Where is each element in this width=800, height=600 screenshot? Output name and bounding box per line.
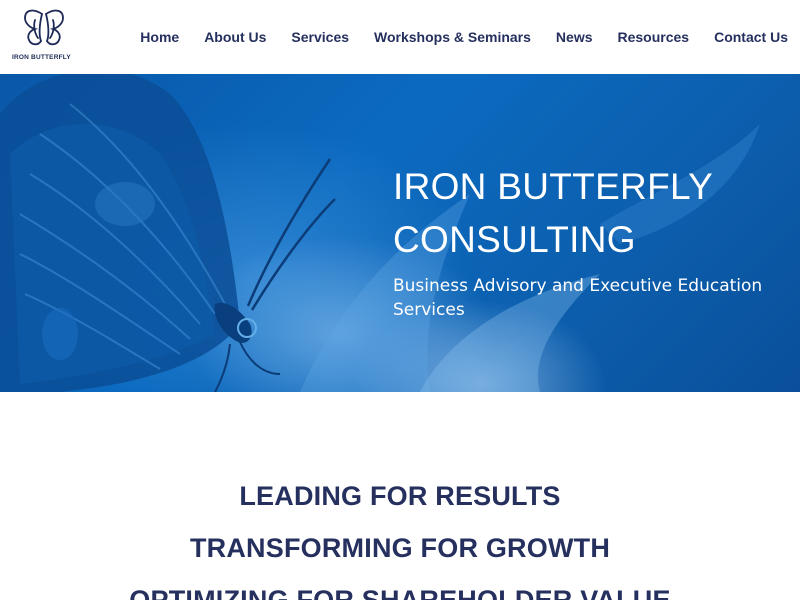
taglines-section: LEADING FOR RESULTS TRANSFORMING FOR GRO… — [0, 470, 800, 600]
tagline-transforming: TRANSFORMING FOR GROWTH — [189, 533, 611, 563]
nav-resources[interactable]: Resources — [618, 29, 690, 45]
butterfly-icon — [24, 9, 64, 46]
hero-title-line-2: CONSULTING — [393, 219, 636, 260]
hero-subtitle: Business Advisory and Executive Educatio… — [393, 276, 763, 320]
logo-text: IRON BUTTERFLY — [12, 54, 71, 61]
nav-contact-us[interactable]: Contact Us — [714, 29, 788, 45]
nav-news[interactable]: News — [556, 29, 593, 45]
nav-workshops-seminars[interactable]: Workshops & Seminars — [374, 29, 531, 45]
main-nav: Home About Us Services Workshops & Semin… — [115, 0, 788, 74]
tagline-optimizing: OPTIMIZING FOR SHAREHOLDER VALUE — [129, 585, 671, 600]
hero-banner: IRON BUTTERFLY CONSULTING Business Advis… — [0, 74, 800, 392]
logo[interactable]: IRON BUTTERFLY — [12, 8, 76, 64]
nav-about-us[interactable]: About Us — [204, 29, 266, 45]
nav-home[interactable]: Home — [140, 29, 179, 45]
hero-title: IRON BUTTERFLY CONSULTING — [393, 160, 773, 266]
nav-services[interactable]: Services — [291, 29, 349, 45]
hero-title-line-1: IRON BUTTERFLY — [393, 166, 714, 207]
tagline-leading: LEADING FOR RESULTS — [239, 481, 561, 511]
site-header: IRON BUTTERFLY Home About Us Services Wo… — [0, 0, 800, 74]
